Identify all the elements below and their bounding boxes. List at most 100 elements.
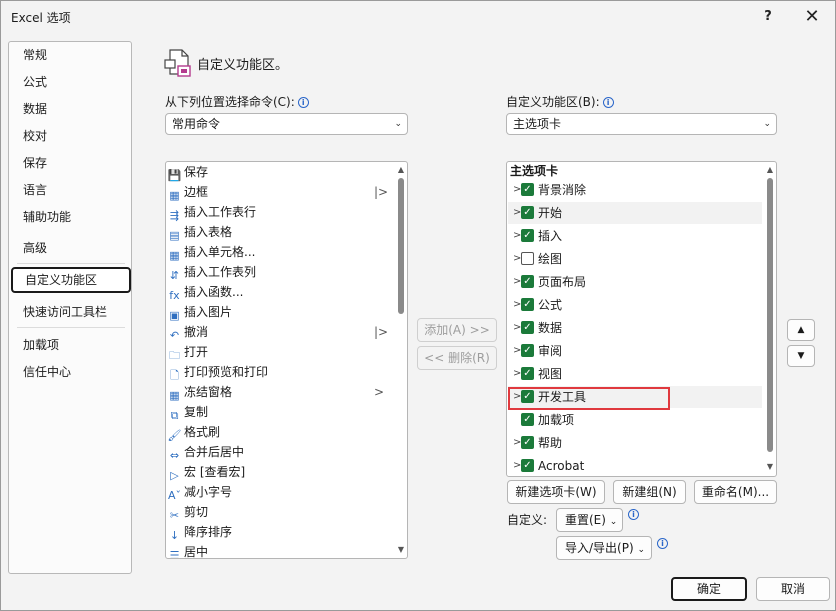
list-item[interactable]: ☰ 居中 (167, 542, 208, 558)
sidebar-item-save[interactable]: 保存 (9, 150, 131, 176)
ribbon-tab-row[interactable]: > ✓ 视图 (508, 363, 762, 385)
ribbon-tabs-tree[interactable]: 主选项卡 >✓背景消除>✓开始>✓插入>✓绘图>✓页面布局>✓公式>✓数据>✓审… (506, 161, 777, 477)
ribbon-tab-row[interactable]: > ✓ 审阅 (508, 340, 762, 362)
reset-label: 重置(E) (565, 513, 606, 527)
list-item[interactable]: ⇔ 合并后居中 (167, 442, 244, 462)
scroll-up-icon[interactable]: ▲ (396, 165, 406, 175)
ribbon-tab-row[interactable]: > ✓ 页面布局 (508, 271, 762, 293)
sidebar-item-accessibility[interactable]: 辅助功能 (9, 204, 131, 230)
ribbon-tab-label: 页面布局 (538, 275, 587, 289)
list-item[interactable]: ▷ 宏 [查看宏] (167, 462, 245, 482)
ribbon-tab-row[interactable]: > ✓ 公式 (508, 294, 762, 316)
list-item[interactable]: ▤ 插入表格 (167, 222, 232, 242)
list-item[interactable]: ⧉ 复制 (167, 402, 208, 422)
ribbon-tab-row[interactable]: >✓绘图 (508, 248, 762, 270)
sidebar-item-language[interactable]: 语言 (9, 177, 131, 203)
ribbon-tabs-select[interactable]: 主选项卡 ⌄ (506, 113, 777, 135)
checkbox[interactable]: ✓ (521, 459, 534, 472)
move-down-button[interactable]: ▼ (787, 345, 815, 367)
ribbon-tab-label: 帮助 (538, 436, 563, 450)
sidebar-item-advanced[interactable]: 高级 (9, 235, 131, 261)
list-item[interactable]: ▣ 插入图片 (167, 302, 232, 322)
ribbon-tab-row[interactable]: > ✓ 帮助 (508, 432, 762, 454)
submenu-arrow-icon: |> (374, 185, 389, 199)
sidebar-item-trust-center[interactable]: 信任中心 (9, 359, 131, 385)
commands-list[interactable]: 💾 保存 ▦ 边框 |> ⇶ 插入工作表行 ▤ 插入表格 ▦ 插入单元格... ⇵ 插入工作表列 fx 插入… (165, 161, 408, 559)
list-item[interactable]: 🗀 打开 (167, 342, 208, 362)
list-item[interactable]: ▦ 边框 |> (167, 182, 388, 202)
choose-commands-select[interactable]: 常用命令 ⌄ (165, 113, 408, 135)
chevron-down-icon: ⌄ (394, 119, 402, 129)
checkbox[interactable]: ✓ (521, 413, 534, 426)
list-item[interactable]: ↶ 撤消 |> (167, 322, 388, 342)
new-tab-button[interactable]: 新建选项卡(W) (507, 480, 605, 504)
tree-header-main-tabs: 主选项卡 (510, 164, 559, 178)
list-item[interactable]: ▦ 插入单元格... (167, 242, 255, 262)
import-export-dropdown[interactable]: 导入/导出(P) ⌄ (556, 536, 652, 560)
add-button[interactable]: 添加(A) >> (417, 318, 497, 342)
info-icon[interactable]: i (297, 97, 309, 108)
list-item[interactable]: ⇶ 插入工作表行 (167, 202, 256, 222)
decrease-font-icon: Aˇ (167, 489, 182, 502)
scroll-down-icon[interactable]: ▼ (765, 462, 775, 472)
ribbon-tab-row[interactable]: > ✓ 开始 (508, 202, 762, 224)
checkbox[interactable]: ✓ (521, 229, 534, 242)
ribbon-tab-row[interactable]: > ✓ 插入 (508, 225, 762, 247)
checkbox[interactable]: ✓ (521, 367, 534, 380)
list-item[interactable]: 🗋 打印预览和打印 (167, 362, 268, 382)
ribbon-tab-row[interactable]: > ✓ 背景消除 (508, 179, 762, 201)
scroll-up-icon[interactable]: ▲ (765, 165, 775, 175)
scroll-thumb[interactable] (767, 178, 773, 452)
ribbon-tab-label: 审阅 (538, 344, 563, 358)
sidebar-item-customize-ribbon[interactable]: 自定义功能区 (11, 267, 131, 293)
macro-play-icon: ▷ (170, 469, 179, 482)
list-item[interactable]: ✂ 剪切 (167, 502, 208, 522)
checkbox[interactable]: ✓ (521, 183, 534, 196)
remove-button[interactable]: << 删除(R) (417, 346, 497, 370)
list-item[interactable]: 💾 保存 (167, 162, 208, 182)
insert-cells-icon: ▦ (169, 249, 180, 262)
move-up-button[interactable]: ▲ (787, 319, 815, 341)
checkbox[interactable]: ✓ (521, 436, 534, 449)
sidebar-item-add-ins[interactable]: 加载项 (9, 332, 131, 358)
checkbox[interactable]: ✓ (521, 275, 534, 288)
info-icon[interactable]: i (628, 509, 639, 520)
list-item[interactable]: Aˇ 减小字号 (167, 482, 232, 502)
help-button[interactable]: ? (751, 5, 785, 29)
list-item[interactable]: 🖌 格式刷 (167, 422, 221, 442)
checkbox[interactable]: ✓ (521, 206, 534, 219)
reset-dropdown[interactable]: 重置(E) ⌄ (556, 508, 623, 532)
ribbon-tabs-value: 主选项卡 (513, 117, 562, 131)
close-button[interactable]: ✕ (795, 5, 829, 29)
checkbox[interactable]: ✓ (521, 298, 534, 311)
list-item[interactable]: fx 插入函数... (167, 282, 243, 302)
list-item[interactable]: ↓ 降序排序 (167, 522, 232, 542)
list-item-label: 保存 (184, 165, 209, 179)
sidebar-item-general[interactable]: 常规 (9, 42, 131, 68)
triangle-down-icon: ▼ (797, 351, 805, 361)
sidebar-item-data[interactable]: 数据 (9, 96, 131, 122)
ok-button[interactable]: 确定 (671, 577, 747, 601)
border-icon: ▦ (169, 189, 180, 202)
sidebar-item-proofing[interactable]: 校对 (9, 123, 131, 149)
ribbon-tree-scrollbar[interactable]: ▲ ▼ (764, 162, 776, 476)
scroll-thumb[interactable] (398, 178, 404, 314)
checkbox[interactable]: ✓ (521, 252, 534, 265)
checkbox[interactable]: ✓ (521, 344, 534, 357)
scroll-down-icon[interactable]: ▼ (396, 545, 406, 555)
list-item[interactable]: ▦ 冻结窗格 > (167, 382, 384, 402)
ribbon-tab-row[interactable]: > ✓ Acrobat (508, 455, 762, 476)
commands-scrollbar[interactable]: ▲ ▼ (395, 162, 407, 558)
sidebar-item-formulas[interactable]: 公式 (9, 69, 131, 95)
sidebar-item-quick-access-toolbar[interactable]: 快速访问工具栏 (9, 299, 131, 325)
rename-button[interactable]: 重命名(M)... (694, 480, 777, 504)
cancel-button[interactable]: 取消 (756, 577, 830, 601)
list-item[interactable]: ⇵ 插入工作表列 (167, 262, 256, 282)
ribbon-tab-label: 视图 (538, 367, 563, 381)
checkbox[interactable]: ✓ (521, 321, 534, 334)
new-group-button[interactable]: 新建组(N) (613, 480, 686, 504)
ribbon-tab-row[interactable]: ✓ 加载项 (508, 409, 762, 431)
ribbon-tab-row[interactable]: > ✓ 数据 (508, 317, 762, 339)
info-icon[interactable]: i (657, 538, 668, 549)
info-icon[interactable]: i (602, 97, 614, 108)
